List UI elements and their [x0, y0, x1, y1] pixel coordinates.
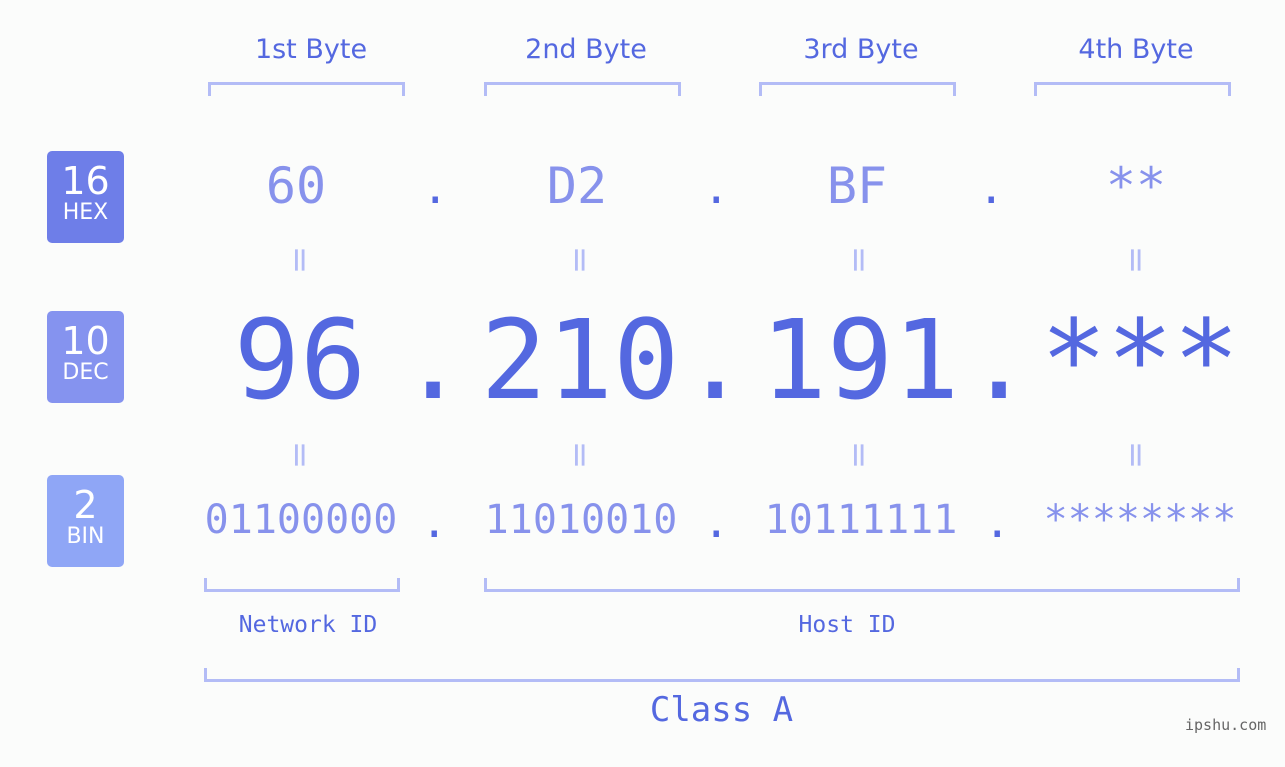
bin-base-label: BIN: [66, 524, 105, 549]
equals-icon: =: [1116, 245, 1156, 275]
byte-bracket-4: [1034, 82, 1231, 96]
dec-byte-2: 210: [480, 296, 680, 424]
dec-byte-4: ***: [1040, 296, 1240, 424]
byte-bracket-3: [759, 82, 956, 96]
byte-header-1: 1st Byte: [254, 34, 368, 65]
bin-dot-1: .: [421, 497, 448, 548]
host-id-bracket: [484, 578, 1240, 592]
network-id-label: Network ID: [238, 612, 378, 638]
dec-base-label: DEC: [62, 360, 109, 385]
equals-icon: =: [560, 245, 600, 275]
hex-byte-1: 60: [265, 157, 327, 215]
watermark: ipshu.com: [1185, 716, 1267, 734]
bin-byte-4: ********: [1043, 497, 1237, 543]
equals-icon: =: [839, 245, 879, 275]
dec-base-number: 10: [61, 319, 110, 363]
hex-badge: 16 HEX: [47, 151, 124, 243]
equals-icon: =: [560, 440, 600, 470]
bin-byte-3: 10111111: [764, 497, 958, 543]
hex-byte-2: D2: [546, 157, 608, 215]
byte-header-4: 4th Byte: [1078, 34, 1194, 65]
dec-dot-1: .: [400, 296, 467, 424]
host-id-label: Host ID: [798, 612, 896, 638]
bin-dot-2: .: [703, 497, 730, 548]
equals-icon: =: [1116, 440, 1156, 470]
network-id-bracket: [204, 578, 400, 592]
hex-dot-1: .: [422, 163, 449, 214]
dec-byte-1: 96: [233, 296, 367, 424]
byte-bracket-1: [208, 82, 405, 96]
hex-byte-3: BF: [826, 157, 888, 215]
bin-byte-1: 01100000: [204, 497, 398, 543]
bin-byte-2: 11010010: [484, 497, 678, 543]
class-bracket: [204, 668, 1240, 682]
hex-base-number: 16: [61, 159, 110, 203]
hex-byte-4: **: [1105, 157, 1167, 215]
bin-badge: 2 BIN: [47, 475, 124, 567]
equals-icon: =: [839, 440, 879, 470]
dec-byte-3: 191: [760, 296, 960, 424]
bin-base-number: 2: [73, 483, 98, 527]
dec-badge: 10 DEC: [47, 311, 124, 403]
dec-dot-2: .: [682, 296, 749, 424]
hex-base-label: HEX: [62, 200, 109, 225]
class-label: Class A: [649, 690, 794, 730]
equals-icon: =: [280, 440, 320, 470]
byte-header-2: 2nd Byte: [525, 34, 647, 65]
equals-icon: =: [280, 245, 320, 275]
byte-bracket-2: [484, 82, 681, 96]
bin-dot-3: .: [984, 497, 1011, 548]
hex-dot-2: .: [703, 163, 730, 214]
byte-header-3: 3rd Byte: [803, 34, 919, 65]
hex-dot-3: .: [978, 163, 1005, 214]
